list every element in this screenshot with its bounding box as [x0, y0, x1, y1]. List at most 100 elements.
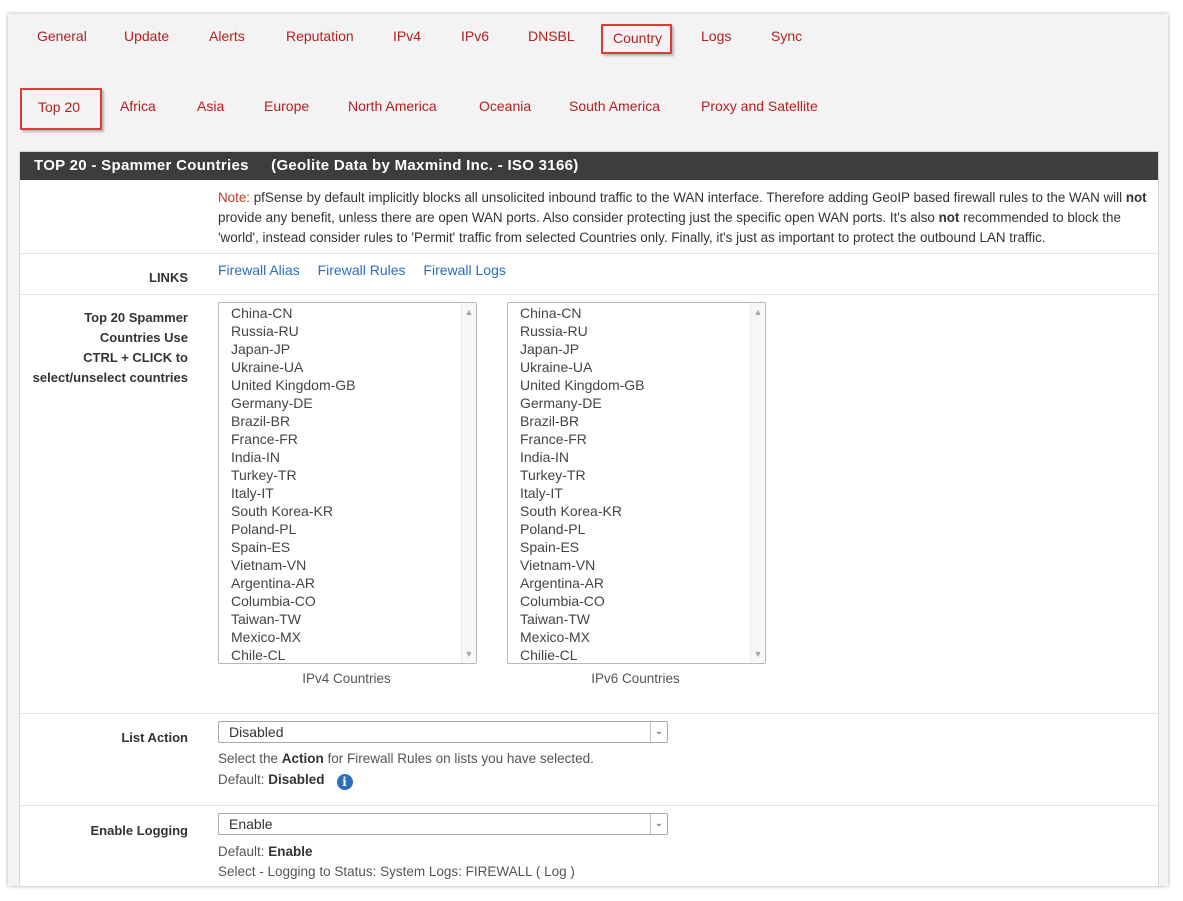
ipv6-countries-listbox[interactable]: China-CN Russia-RU Japan-JP Ukraine-UA Unite… — [507, 302, 766, 664]
country-option[interactable]: Columbia-CO — [219, 592, 462, 610]
links-label: LINKS — [149, 270, 188, 285]
country-option[interactable]: Russia-RU — [219, 322, 462, 340]
list-action-label: List Action — [121, 730, 188, 745]
country-option[interactable]: Brazil-BR — [508, 412, 751, 430]
tab-africa[interactable]: Africa — [110, 94, 166, 122]
top20-panel: TOP 20 - Spammer Countries (Geolite Data… — [19, 151, 1159, 886]
country-option[interactable]: Ukraine-UA — [219, 358, 462, 376]
list-action-help: Select the Action for Firewall Rules on … — [218, 749, 594, 769]
country-option[interactable]: South Korea-KR — [219, 502, 462, 520]
tab-top-20[interactable]: Top 20 — [20, 88, 102, 130]
country-option[interactable]: Germany-DE — [508, 394, 751, 412]
default-label: Default: — [218, 844, 269, 859]
firewall-alias-link[interactable]: Firewall Alias — [218, 262, 300, 278]
info-icon[interactable]: i — [336, 774, 353, 790]
firewall-logs-link[interactable]: Firewall Logs — [423, 262, 505, 278]
scroll-up-icon[interactable]: ▲ — [462, 305, 476, 319]
country-option[interactable]: Turkey-TR — [219, 466, 462, 484]
page-frame: General Update Alerts Reputation IPv4 IP… — [8, 14, 1168, 886]
enable-logging-help: Select - Logging to Status: System Logs:… — [218, 864, 575, 879]
country-option[interactable]: Chilie-CL — [508, 646, 751, 663]
country-option[interactable]: Turkey-TR — [508, 466, 751, 484]
country-option[interactable]: Italy-IT — [508, 484, 751, 502]
note-row: Note: pfSense by default implicitly bloc… — [20, 181, 1158, 254]
country-option[interactable]: China-CN — [219, 304, 462, 322]
enable-logging-value: Enable — [229, 816, 273, 832]
tab-oceania[interactable]: Oceania — [469, 94, 541, 122]
list-action-row: List Action Disabled ⌄ Select the Action… — [20, 714, 1158, 806]
country-option[interactable]: China-CN — [508, 304, 751, 322]
country-option[interactable]: United Kingdom-GB — [508, 376, 751, 394]
tab-reputation[interactable]: Reputation — [276, 24, 364, 52]
country-option[interactable]: Mexico-MX — [219, 628, 462, 646]
note-text-2: provide any benefit, unless there are op… — [218, 210, 939, 225]
ipv4-countries-listbox[interactable]: China-CN Russia-RU Japan-JP Ukraine-UA Unite… — [218, 302, 477, 664]
enable-logging-select[interactable]: Enable ⌄ — [218, 813, 668, 835]
note-text-1: pfSense by default implicitly blocks all… — [250, 190, 1126, 205]
firewall-rules-link[interactable]: Firewall Rules — [318, 262, 406, 278]
note-prefix: Note: — [218, 190, 251, 205]
country-option[interactable]: Columbia-CO — [508, 592, 751, 610]
country-option[interactable]: Argentina-AR — [219, 574, 462, 592]
country-option[interactable]: Germany-DE — [219, 394, 462, 412]
ipv6-scrollbar[interactable]: ▲ ▼ — [750, 303, 765, 663]
help-text: for Firewall Rules on lists you have sel… — [323, 751, 594, 766]
list-action-select[interactable]: Disabled ⌄ — [218, 721, 668, 743]
scroll-down-icon[interactable]: ▼ — [462, 647, 476, 661]
country-option[interactable]: Russia-RU — [508, 322, 751, 340]
country-option[interactable]: France-FR — [508, 430, 751, 448]
country-option[interactable]: Argentina-AR — [508, 574, 751, 592]
main-tabs: General Update Alerts Reputation IPv4 IP… — [8, 14, 1168, 62]
country-option[interactable]: Chile-CL — [219, 646, 462, 663]
scroll-down-icon[interactable]: ▼ — [751, 647, 765, 661]
country-option[interactable]: Japan-JP — [219, 340, 462, 358]
country-option[interactable]: Japan-JP — [508, 340, 751, 358]
country-option[interactable]: Taiwan-TW — [219, 610, 462, 628]
chevron-down-icon[interactable]: ⌄ — [650, 814, 667, 834]
tab-ipv4[interactable]: IPv4 — [383, 24, 431, 52]
tab-update[interactable]: Update — [114, 24, 179, 52]
country-option[interactable]: Mexico-MX — [508, 628, 751, 646]
tab-asia[interactable]: Asia — [187, 94, 234, 122]
country-option[interactable]: South Korea-KR — [508, 502, 751, 520]
countries-label-line: CTRL + CLICK to — [83, 350, 188, 365]
country-option[interactable]: United Kingdom-GB — [219, 376, 462, 394]
country-option[interactable]: Spain-ES — [508, 538, 751, 556]
list-action-default: Default: Disabled i — [218, 770, 353, 790]
tab-ipv6[interactable]: IPv6 — [451, 24, 499, 52]
ipv4-country-options: China-CN Russia-RU Japan-JP Ukraine-UA Unite… — [219, 304, 462, 663]
country-option[interactable]: Vietnam-VN — [219, 556, 462, 574]
scroll-up-icon[interactable]: ▲ — [751, 305, 765, 319]
tab-proxy-and-satellite[interactable]: Proxy and Satellite — [691, 94, 828, 122]
countries-label: Top 20 Spammer Countries Use CTRL + CLIC… — [20, 308, 188, 388]
country-option[interactable]: France-FR — [219, 430, 462, 448]
note-bold-1: not — [1125, 190, 1147, 205]
note-text: Note: pfSense by default implicitly bloc… — [218, 188, 1152, 248]
country-option[interactable]: Ukraine-UA — [508, 358, 751, 376]
country-option[interactable]: India-IN — [508, 448, 751, 466]
tab-dnsbl[interactable]: DNSBL — [518, 24, 585, 52]
tab-general[interactable]: General — [27, 24, 97, 52]
country-option[interactable]: Taiwan-TW — [508, 610, 751, 628]
ipv4-caption: IPv4 Countries — [302, 671, 391, 686]
tab-europe[interactable]: Europe — [254, 94, 319, 122]
links-row: LINKS Firewall Alias Firewall Rules Fire… — [20, 254, 1158, 295]
tab-north-america[interactable]: North America — [338, 94, 447, 122]
help-text: Select the — [218, 751, 282, 766]
tab-sync[interactable]: Sync — [761, 24, 812, 52]
links-list: Firewall Alias Firewall Rules Firewall L… — [218, 262, 1152, 278]
chevron-down-icon[interactable]: ⌄ — [650, 722, 667, 742]
tab-alerts[interactable]: Alerts — [199, 24, 255, 52]
tab-logs[interactable]: Logs — [691, 24, 741, 52]
ipv4-scrollbar[interactable]: ▲ ▼ — [461, 303, 476, 663]
country-option[interactable]: Poland-PL — [219, 520, 462, 538]
country-option[interactable]: India-IN — [219, 448, 462, 466]
ipv6-caption: IPv6 Countries — [591, 671, 680, 686]
tab-south-america[interactable]: South America — [559, 94, 670, 122]
country-option[interactable]: Italy-IT — [219, 484, 462, 502]
tab-country[interactable]: Country — [601, 24, 672, 54]
country-option[interactable]: Poland-PL — [508, 520, 751, 538]
country-option[interactable]: Vietnam-VN — [508, 556, 751, 574]
country-option[interactable]: Spain-ES — [219, 538, 462, 556]
country-option[interactable]: Brazil-BR — [219, 412, 462, 430]
